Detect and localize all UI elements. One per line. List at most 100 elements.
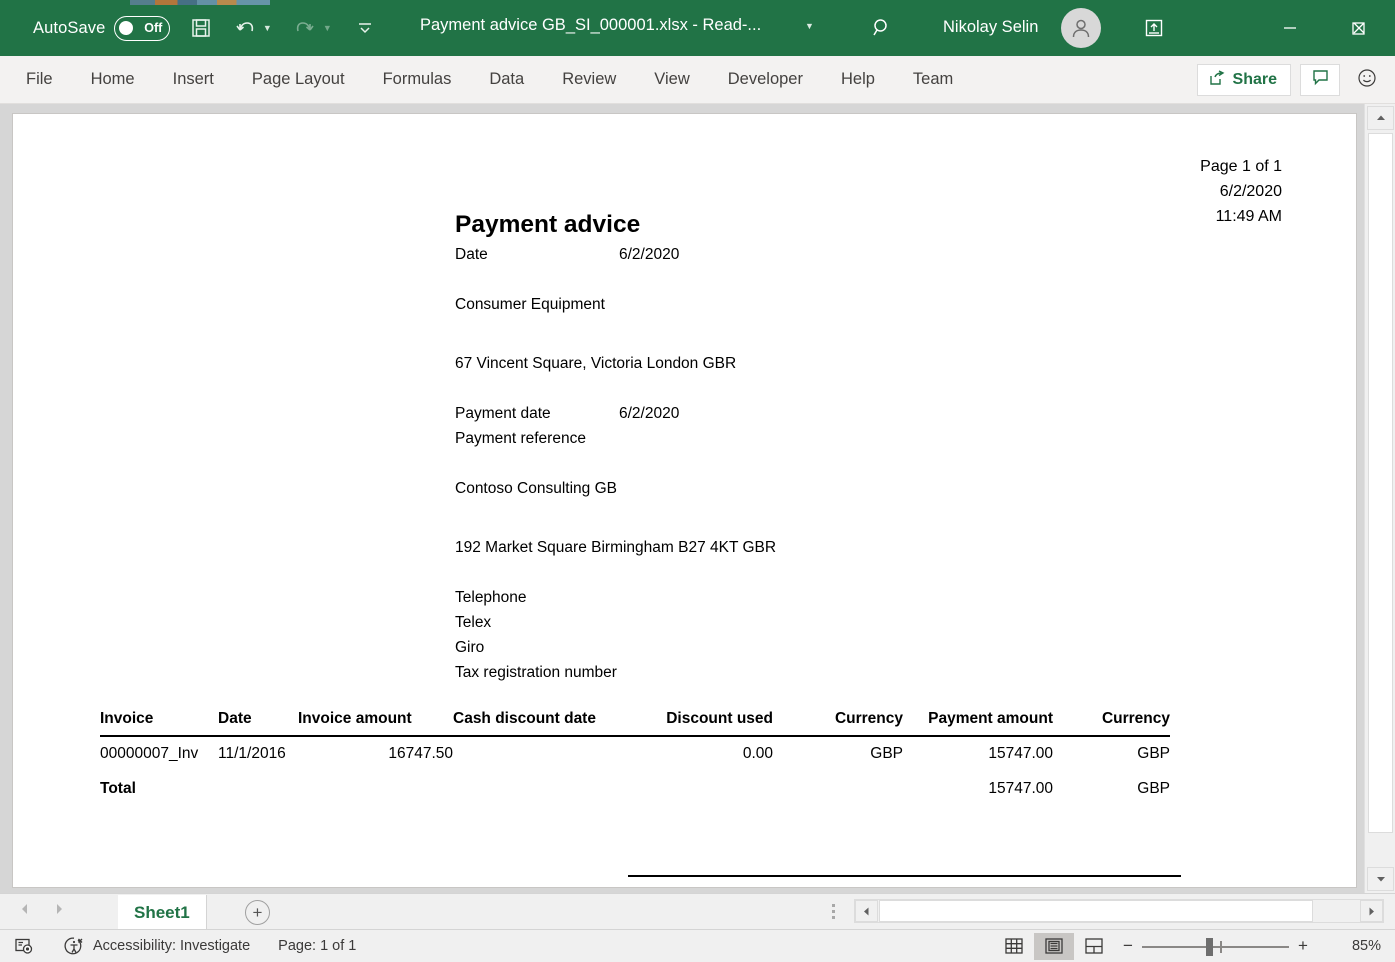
accessibility-icon[interactable] — [64, 936, 84, 956]
cell-currency-payment: GBP — [1053, 736, 1170, 772]
total-cell-invoice-amount — [298, 772, 453, 807]
scroll-left-icon[interactable] — [855, 900, 878, 922]
redo-dropdown-chevron-icon: ▼ — [320, 15, 334, 41]
record-macro-icon[interactable] — [14, 936, 34, 956]
table-total-row: Total 15747.00 GBP — [100, 772, 1170, 807]
field-label-payment-reference: Payment reference — [455, 430, 586, 448]
share-icon — [1208, 69, 1226, 92]
ribbon-tab-view[interactable]: View — [635, 56, 708, 104]
user-name-label[interactable]: Nikolay Selin — [943, 18, 1038, 37]
total-cell-payment-amount: 15747.00 — [903, 772, 1053, 807]
cell-discount-used: 0.00 — [628, 736, 773, 772]
vertical-scrollbar-thumb[interactable] — [1368, 133, 1393, 833]
page-status-text: Page: 1 of 1 — [278, 938, 356, 954]
field-value-date: 6/2/2020 — [619, 246, 679, 264]
ribbon-tab-developer[interactable]: Developer — [709, 56, 822, 104]
invoice-table: Invoice Date Invoice amount Cash discoun… — [100, 710, 1170, 807]
minimize-icon[interactable] — [1272, 13, 1308, 43]
comment-icon — [1311, 68, 1330, 92]
column-header-payment-amount: Payment amount — [903, 710, 1053, 736]
grip-dot — [832, 904, 835, 907]
page-break-preview-icon[interactable] — [1074, 933, 1114, 960]
field-label-company-address: 192 Market Square Birmingham B27 4KT GBR — [455, 539, 776, 557]
undo-icon[interactable] — [232, 15, 258, 41]
field-label-giro: Giro — [455, 639, 484, 657]
ribbon-tab-file[interactable]: File — [7, 56, 72, 104]
sheet-tab-sheet1[interactable]: Sheet1 — [118, 895, 207, 930]
zoom-slider-track — [1142, 946, 1289, 948]
field-value-payment-date: 6/2/2020 — [619, 405, 679, 423]
zoom-slider[interactable] — [1142, 933, 1289, 960]
column-header-currency: Currency — [773, 710, 903, 736]
title-bar: AutoSave Off ▼ ▼ Payment advice GB_SI_00… — [0, 0, 1395, 56]
column-header-date: Date — [218, 710, 298, 736]
page-header-time: 11:49 AM — [1216, 204, 1282, 229]
ribbon-tab-home[interactable]: Home — [72, 56, 154, 104]
add-sheet-button[interactable]: + — [245, 900, 270, 925]
zoom-out-button[interactable]: − — [1114, 933, 1142, 960]
autosave-state-label: Off — [144, 21, 162, 35]
share-button-label: Share — [1233, 71, 1277, 89]
column-header-cash-discount-date: Cash discount date — [453, 710, 628, 736]
undo-dropdown-chevron-icon[interactable]: ▼ — [260, 15, 274, 41]
table-header-row: Invoice Date Invoice amount Cash discoun… — [100, 710, 1170, 736]
window-accent-sliver — [130, 0, 270, 5]
worksheet-area[interactable]: Page 1 of 1 6/2/2020 11:49 AM Payment ad… — [0, 104, 1395, 893]
status-bar-left: Accessibility: Investigate Page: 1 of 1 — [0, 936, 356, 956]
field-label-company-name: Contoso Consulting GB — [455, 480, 617, 498]
ribbon-tab-formulas[interactable]: Formulas — [364, 56, 471, 104]
zoom-level-label[interactable]: 85% — [1323, 938, 1381, 954]
previous-sheet-icon[interactable] — [18, 901, 32, 922]
zoom-in-button[interactable]: + — [1289, 933, 1317, 960]
page-header-date: 6/2/2020 — [1220, 179, 1282, 204]
cell-payment-amount: 15747.00 — [903, 736, 1053, 772]
status-bar-right: − + 85% — [994, 933, 1381, 960]
search-icon[interactable] — [868, 14, 896, 42]
vertical-scrollbar[interactable] — [1364, 104, 1395, 893]
autosave-toggle[interactable]: Off — [114, 16, 170, 41]
user-avatar-icon[interactable] — [1061, 8, 1101, 48]
smiley-face-icon — [1356, 67, 1378, 94]
scroll-right-icon[interactable] — [1360, 900, 1383, 922]
scroll-up-icon[interactable] — [1367, 106, 1394, 130]
cell-currency: GBP — [773, 736, 903, 772]
ribbon-tab-review[interactable]: Review — [543, 56, 635, 104]
ribbon-display-options-icon[interactable] — [1136, 13, 1172, 43]
document-title: Payment advice GB_SI_000001.xlsx - Read-… — [420, 16, 761, 35]
comment-button[interactable] — [1300, 64, 1340, 96]
cell-cash-discount-date — [453, 736, 628, 772]
title-dropdown-chevron-icon[interactable]: ▼ — [805, 21, 814, 31]
share-button[interactable]: Share — [1197, 64, 1291, 96]
total-cell-currency — [773, 772, 903, 807]
accessibility-status-text[interactable]: Accessibility: Investigate — [93, 938, 250, 954]
normal-view-icon[interactable] — [994, 933, 1034, 960]
column-header-discount-used: Discount used — [628, 710, 773, 736]
field-label-telephone: Telephone — [455, 589, 527, 607]
page-layout-view-icon[interactable] — [1034, 933, 1074, 960]
table-subtotal-rule — [628, 875, 1181, 877]
ribbon-tab-insert[interactable]: Insert — [154, 56, 233, 104]
horizontal-scrollbar[interactable] — [854, 899, 1384, 923]
feedback-button[interactable] — [1349, 64, 1385, 96]
ribbon-tab-help[interactable]: Help — [822, 56, 894, 104]
next-sheet-icon[interactable] — [52, 901, 66, 922]
field-label-customer-name: Consumer Equipment — [455, 296, 605, 314]
table-row: 00000007_Inv 11/1/2016 16747.50 0.00 GBP… — [100, 736, 1170, 772]
customize-quick-access-icon[interactable] — [352, 15, 378, 41]
ribbon-tab-data[interactable]: Data — [470, 56, 543, 104]
scroll-split-grip[interactable] — [832, 904, 835, 919]
cell-date: 11/1/2016 — [218, 736, 298, 772]
close-icon[interactable] — [1341, 13, 1377, 43]
grip-dot — [832, 910, 835, 913]
total-cell-discount-used — [628, 772, 773, 807]
scroll-down-icon[interactable] — [1367, 867, 1394, 891]
ribbon-tab-page-layout[interactable]: Page Layout — [233, 56, 364, 104]
ribbon-right-actions: Share — [1197, 56, 1385, 104]
zoom-slider-thumb[interactable] — [1206, 938, 1213, 956]
horizontal-scrollbar-thumb[interactable] — [879, 900, 1313, 922]
status-bar: Accessibility: Investigate Page: 1 of 1 … — [0, 929, 1395, 962]
ribbon-tab-team[interactable]: Team — [894, 56, 972, 104]
document-heading: Payment advice — [455, 211, 640, 239]
save-icon[interactable] — [188, 15, 214, 41]
page-layout-sheet[interactable]: Page 1 of 1 6/2/2020 11:49 AM Payment ad… — [12, 113, 1357, 888]
